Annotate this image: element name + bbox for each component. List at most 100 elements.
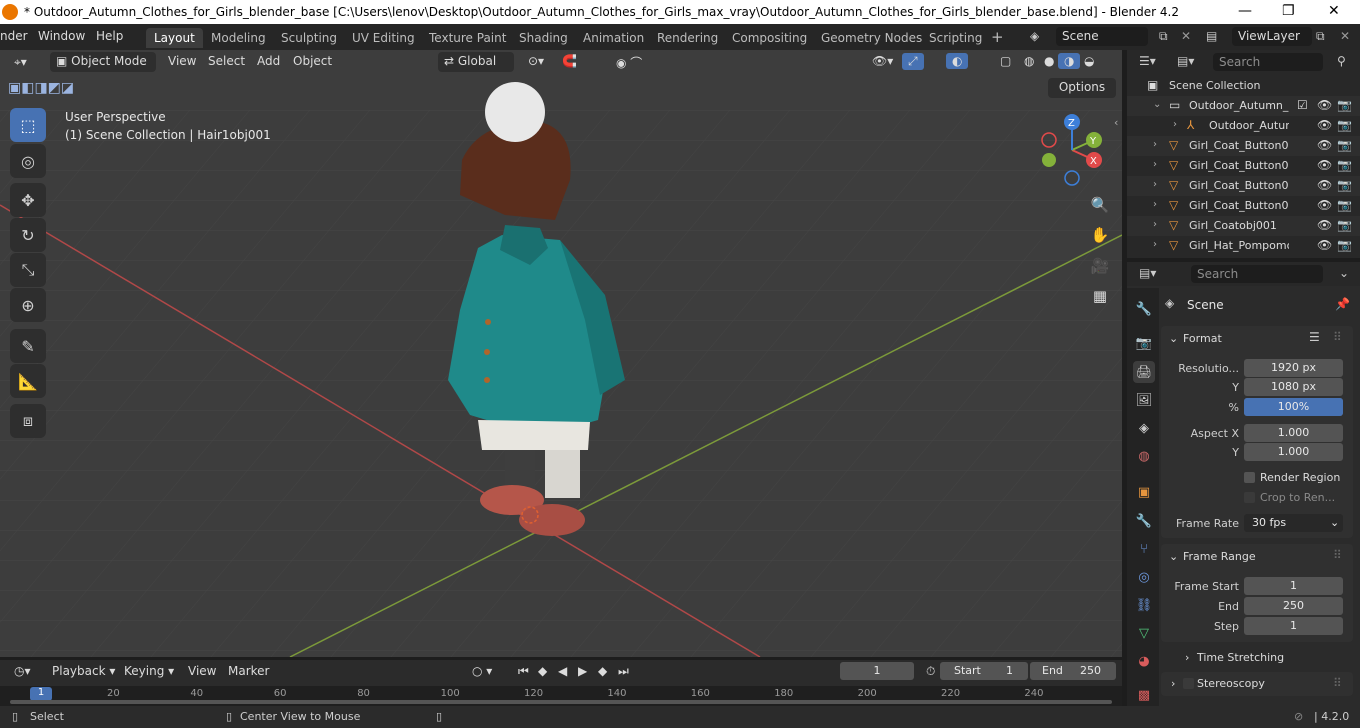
frame-range-chevron-icon[interactable]: ⌄ (1169, 550, 1178, 563)
eye-icon[interactable]: 👁 (1317, 138, 1332, 152)
menu-add[interactable]: Add (251, 53, 286, 69)
timeline-end-field[interactable]: End 250 (1030, 662, 1116, 680)
view-layer-tab-icon[interactable]: 🖼 (1133, 389, 1155, 411)
outliner-row-button01[interactable]: › ▽ Girl_Coat_Button01 👁 📷 (1127, 136, 1360, 156)
camera-icon[interactable]: 📷 (1337, 238, 1352, 252)
object-tab-icon[interactable]: ▣ (1133, 481, 1155, 503)
resolution-percent-slider[interactable]: 100% (1244, 398, 1343, 416)
overlay-toggle-icon[interactable]: ◐ (946, 53, 969, 69)
menu-object[interactable]: Object (287, 53, 338, 69)
filter-icon[interactable]: ⚲ (1337, 54, 1346, 68)
frame-range-title[interactable]: Frame Range (1183, 550, 1256, 563)
navigation-gizmo[interactable]: X Y Z (1036, 112, 1112, 188)
menu-render[interactable]: nder (0, 29, 28, 43)
tab-shading[interactable]: Shading (511, 28, 576, 48)
view-layer-icon[interactable]: ▤ (1206, 29, 1217, 43)
menu-marker[interactable]: Marker (222, 663, 275, 679)
new-scene-icon[interactable]: ⧉ (1159, 29, 1168, 44)
crop-checkbox[interactable] (1244, 492, 1255, 503)
menu-help[interactable]: Help (96, 29, 123, 43)
visibility-icon[interactable]: 👁▾ (866, 53, 899, 69)
tool-tab-icon[interactable]: 🔧 (1133, 298, 1155, 320)
eye-icon[interactable]: 👁 (1317, 98, 1332, 112)
gizmo-toggle-icon[interactable]: ⤢ (902, 53, 924, 70)
tab-sculpting[interactable]: Sculpting (273, 28, 345, 48)
camera-icon[interactable]: 📷 (1337, 158, 1352, 172)
timeline-start-field[interactable]: Start 1 (940, 662, 1028, 680)
view-layer-field[interactable]: ViewLayer (1232, 27, 1312, 46)
aspect-y-field[interactable]: 1.000 (1244, 443, 1343, 461)
drag-handle-icon[interactable]: ⠿ (1333, 330, 1342, 344)
expand-chevron-icon[interactable]: › (1153, 239, 1157, 250)
current-frame-field[interactable]: 1 (840, 662, 914, 680)
menu-timeline-view[interactable]: View (182, 663, 222, 679)
resolution-y-field[interactable]: 1080 px (1244, 378, 1343, 396)
display-mode-icon[interactable]: ▤▾ (1177, 54, 1194, 68)
data-tab-icon[interactable]: ▽ (1133, 622, 1155, 644)
material-tab-icon[interactable]: ◕ (1133, 650, 1155, 672)
tab-geometry-nodes[interactable]: Geometry Nodes (813, 28, 930, 48)
ortho-grid-icon[interactable]: ▦ (1087, 283, 1113, 309)
time-stretching-chevron-icon[interactable]: › (1185, 651, 1189, 664)
maximize-button[interactable]: ❐ (1282, 3, 1295, 19)
tab-rendering[interactable]: Rendering (649, 28, 726, 48)
checkbox-icon[interactable]: ☑ (1297, 98, 1308, 112)
stereoscopy-checkbox[interactable] (1183, 678, 1194, 689)
properties-options-chevron-icon[interactable]: ⌄ (1339, 266, 1349, 280)
play-icon[interactable]: ▶ (572, 663, 593, 679)
properties-search-input[interactable]: Search (1191, 265, 1323, 283)
camera-icon[interactable]: 📷 (1337, 98, 1352, 112)
eye-icon[interactable]: 👁 (1317, 118, 1332, 132)
zoom-icon[interactable]: 🔍 (1087, 192, 1113, 218)
render-region-checkbox[interactable] (1244, 472, 1255, 483)
pivot-icon[interactable]: ⊙▾ (522, 53, 550, 69)
delete-scene-icon[interactable]: ✕ (1181, 29, 1191, 43)
transform-tool[interactable]: ⊕ (10, 288, 46, 322)
drag-handle-icon[interactable]: ⠿ (1333, 676, 1342, 690)
eye-icon[interactable]: 👁 (1317, 178, 1332, 192)
menu-playback[interactable]: Playback ▾ (46, 663, 121, 679)
format-chevron-icon[interactable]: ⌄ (1169, 332, 1178, 345)
time-stretching-panel[interactable]: Time Stretching (1197, 651, 1284, 664)
scene-icon[interactable]: ◈ (1030, 29, 1039, 43)
tab-animation[interactable]: Animation (575, 28, 652, 48)
expand-chevron-icon[interactable]: › (1153, 199, 1157, 210)
render-tab-icon[interactable]: 📷 (1133, 332, 1155, 354)
pan-hand-icon[interactable]: ✋ (1087, 222, 1113, 248)
move-tool[interactable]: ✥ (10, 183, 46, 217)
outliner-search-input[interactable]: Search (1213, 53, 1323, 71)
scene-field[interactable]: Scene (1056, 27, 1148, 46)
new-view-layer-icon[interactable]: ⧉ (1316, 29, 1325, 44)
camera-icon[interactable]: 📷 (1337, 198, 1352, 212)
frame-step-field[interactable]: 1 (1244, 617, 1343, 635)
frame-rate-select[interactable]: 30 fps ⌄ (1244, 514, 1343, 532)
constraints-tab-icon[interactable]: ⛓ (1133, 594, 1155, 616)
tab-layout[interactable]: Layout (146, 28, 203, 48)
auto-key-icon[interactable]: ○ ▾ (466, 663, 498, 679)
editor-type-icon[interactable]: ⌖▾ (8, 54, 33, 71)
stereoscopy-label[interactable]: Stereoscopy (1197, 677, 1265, 690)
outliner-row-button04[interactable]: › ▽ Girl_Coat_Button04 👁 📷 (1127, 196, 1360, 216)
3d-viewport[interactable]: ⌖▾ ▣ Object Mode View Select Add Object … (0, 50, 1122, 657)
camera-icon[interactable]: 📷 (1337, 118, 1352, 132)
camera-view-icon[interactable]: 🎥 (1087, 253, 1113, 279)
expand-chevron-icon[interactable]: ⌄ (1153, 99, 1161, 110)
frame-start-field[interactable]: 1 (1244, 577, 1343, 595)
modifier-tab-icon[interactable]: 🔧 (1133, 510, 1155, 532)
outliner-row-button02[interactable]: › ▽ Girl_Coat_Button02 👁 📷 (1127, 156, 1360, 176)
tab-uv-editing[interactable]: UV Editing (344, 28, 423, 48)
format-title[interactable]: Format (1183, 332, 1222, 345)
orientation-select[interactable]: ⇄ Global (438, 52, 514, 72)
proportional-edit-icon[interactable]: ◉ ⌒ (610, 53, 648, 72)
camera-icon[interactable]: 📷 (1337, 178, 1352, 192)
camera-icon[interactable]: 📷 (1337, 218, 1352, 232)
play-reverse-icon[interactable]: ◀ (552, 663, 573, 679)
scale-tool[interactable]: ⤡ (10, 253, 46, 287)
outliner-row-hat-pompom[interactable]: › ▽ Girl_Hat_Pompomo 👁 📷 (1127, 236, 1360, 256)
measure-tool[interactable]: 📐 (10, 364, 46, 398)
menu-window[interactable]: Window (38, 29, 85, 43)
expand-chevron-icon[interactable]: › (1153, 219, 1157, 230)
eye-icon[interactable]: 👁 (1317, 198, 1332, 212)
eye-icon[interactable]: 👁 (1317, 238, 1332, 252)
frame-end-field[interactable]: 250 (1244, 597, 1343, 615)
